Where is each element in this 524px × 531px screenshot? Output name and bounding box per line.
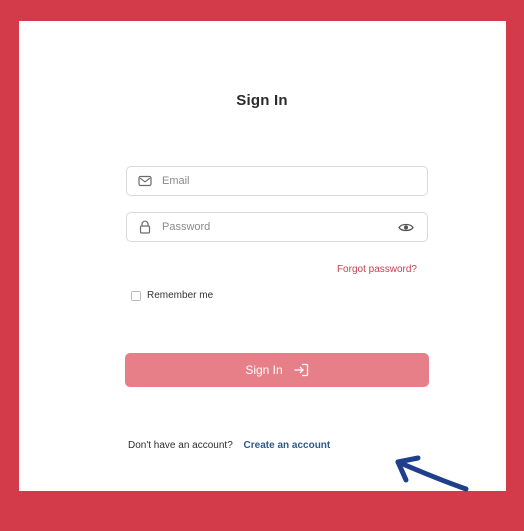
eye-icon[interactable] [397,220,415,234]
pointer-arrow-icon [395,455,469,492]
no-account-text: Don't have an account? [128,440,233,451]
lock-icon [137,219,153,235]
password-field[interactable] [126,212,428,242]
signin-button-label: Sign In [245,363,283,377]
forgot-password-link[interactable]: Forgot password? [337,264,417,275]
email-input[interactable] [162,171,415,191]
remember-checkbox[interactable] [131,290,141,301]
signin-button[interactable]: Sign In [125,353,429,387]
signup-prompt: Don't have an account? Create an account [128,440,330,451]
signin-title: Sign In [236,92,288,109]
login-arrow-icon [293,363,309,377]
email-field[interactable] [126,166,428,196]
password-input[interactable] [162,217,397,237]
mail-icon [137,173,153,189]
remember-label: Remember me [147,290,214,301]
remember-me[interactable]: Remember me [131,290,213,301]
create-account-link[interactable]: Create an account [244,440,331,451]
